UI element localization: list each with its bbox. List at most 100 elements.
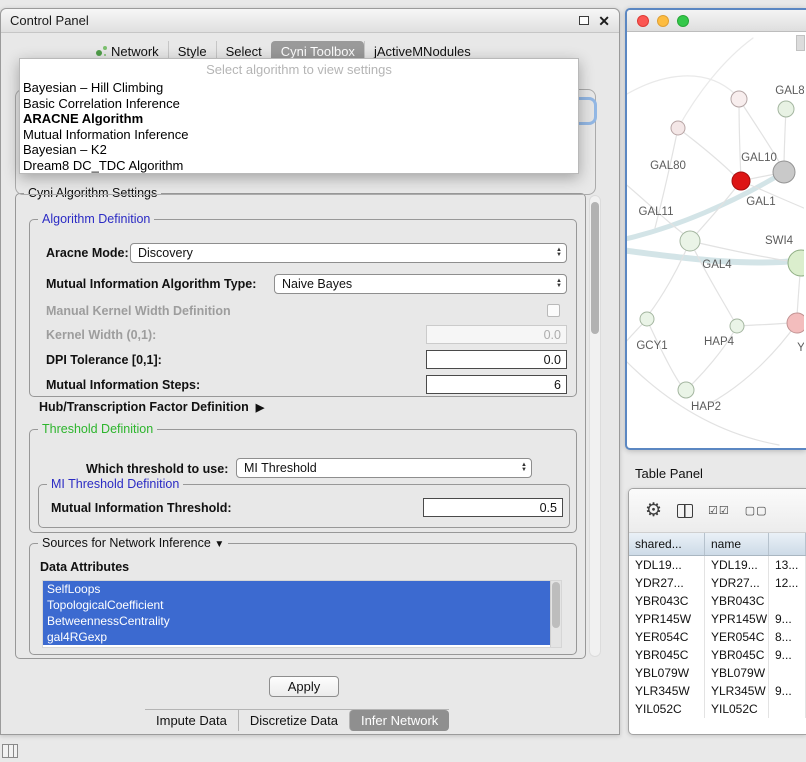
network-edge (648, 322, 681, 385)
attribute-item-topologicalcoefficient[interactable]: TopologicalCoefficient (43, 597, 550, 613)
tab-label: Network (111, 44, 159, 59)
column-header-1[interactable]: name (705, 533, 769, 555)
network-node[interactable] (671, 121, 685, 135)
network-window-titlebar[interactable] (627, 10, 806, 32)
algorithm-dropdown-popup: Select algorithm to view settings Bayesi… (19, 58, 579, 174)
network-node[interactable] (788, 250, 804, 276)
table-cell: YIL052C (629, 700, 705, 718)
column-header-2[interactable] (769, 533, 806, 555)
sources-group: Sources for Network Inference ▼ Data Att… (29, 543, 577, 655)
network-tab-icon (96, 46, 107, 57)
table-row[interactable]: YER054CYER054C8... (629, 628, 806, 646)
table-cell: YPR145W (629, 610, 705, 628)
algorithm-option-mutual-information-inference[interactable]: Mutual Information Inference (20, 127, 578, 143)
table-cell: YBL079W (705, 664, 769, 682)
tab-label: Style (178, 44, 207, 59)
dpi-tolerance-value: 0.0 (544, 353, 561, 367)
table-cell: 9... (769, 646, 806, 664)
network-edge (737, 323, 790, 326)
close-icon[interactable]: ✕ (598, 14, 610, 28)
network-node[interactable] (730, 319, 744, 333)
gear-icon[interactable]: ⚙ (645, 501, 662, 520)
zoom-traffic-icon[interactable] (677, 15, 689, 27)
minimize-traffic-icon[interactable] (657, 15, 669, 27)
table-cell (769, 664, 806, 682)
close-traffic-icon[interactable] (637, 15, 649, 27)
table-row[interactable]: YLR345WYLR345W9... (629, 682, 806, 700)
table-row[interactable]: YDR27...YDR27...12... (629, 574, 806, 592)
table-row[interactable]: YBL079WYBL079W (629, 664, 806, 682)
deselect-all-columns-icon[interactable]: ▢▢ (745, 504, 768, 517)
table-cell: YBL079W (629, 664, 705, 682)
columns-icon[interactable] (677, 504, 693, 518)
bottom-tab-infer-network[interactable]: Infer Network (349, 710, 449, 731)
panel-dock-icon[interactable] (2, 744, 18, 758)
network-node[interactable] (732, 172, 750, 190)
table-cell: YER054C (705, 628, 769, 646)
table-row[interactable]: YBR043CYBR043C (629, 592, 806, 610)
table-row[interactable]: YIL052CYIL052C (629, 700, 806, 718)
network-node[interactable] (680, 231, 700, 251)
attribute-item-gal4rgexp[interactable]: gal4RGexp (43, 629, 550, 645)
table-header-row: shared...name (629, 533, 806, 556)
table-cell: YPR145W (705, 610, 769, 628)
node-label: GAL8 (775, 85, 804, 97)
attribute-item-betweennesscentrality[interactable]: BetweennessCentrality (43, 613, 550, 629)
tab-label: Select (226, 44, 262, 59)
dpi-tolerance-field[interactable]: 0.0 (426, 350, 567, 369)
table-row[interactable]: YPR145WYPR145W9... (629, 610, 806, 628)
column-header-0[interactable]: shared... (629, 533, 705, 555)
network-node[interactable] (787, 313, 804, 333)
network-edge (690, 241, 734, 321)
table-cell: YDL19... (705, 556, 769, 574)
kernel-width-field[interactable]: 0.0 (426, 325, 567, 344)
algorithm-definition-legend: Algorithm Definition (38, 212, 154, 226)
data-attributes-list: SelfLoopsTopologicalCoefficientBetweenne… (42, 580, 562, 648)
float-window-icon[interactable] (579, 16, 589, 25)
mi-type-label: Mutual Information Algorithm Type: (46, 277, 256, 291)
network-canvas-svg[interactable]: GAL8GAL80GAL10GAL1GAL11SWI4GAL4GCY1HAP4Y… (627, 32, 804, 448)
table-cell: YLR345W (629, 682, 705, 700)
mi-steps-field[interactable]: 6 (426, 375, 567, 394)
attribute-item-selfloops[interactable]: SelfLoops (43, 581, 550, 597)
bottom-tab-discretize-data[interactable]: Discretize Data (238, 710, 349, 731)
network-node[interactable] (773, 161, 795, 183)
settings-scrollbar[interactable] (589, 195, 601, 657)
which-threshold-select[interactable]: MI Threshold ▲▼ (236, 458, 532, 478)
mi-threshold-field[interactable]: 0.5 (423, 498, 563, 517)
algorithm-option-basic-correlation-inference[interactable]: Basic Correlation Inference (20, 96, 578, 112)
aracne-mode-select[interactable]: Discovery ▲▼ (130, 243, 567, 263)
bottom-tab-impute-data[interactable]: Impute Data (145, 710, 238, 731)
network-view-window: GAL8GAL80GAL10GAL1GAL11SWI4GAL4GCY1HAP4Y… (625, 8, 806, 450)
algorithm-option-bayesian-k2[interactable]: Bayesian – K2 (20, 142, 578, 158)
aracne-mode-label: Aracne Mode: (46, 246, 129, 260)
table-row[interactable]: YBR045CYBR045C9... (629, 646, 806, 664)
sources-legend[interactable]: Sources for Network Inference ▼ (38, 536, 228, 550)
table-row[interactable]: YDL19...YDL19...13... (629, 556, 806, 574)
apply-button[interactable]: Apply (269, 676, 339, 697)
table-cell: YDR27... (629, 574, 705, 592)
mi-type-select[interactable]: Naive Bayes ▲▼ (274, 274, 567, 294)
control-panel-titlebar[interactable]: Control Panel ✕ (1, 9, 619, 33)
table-panel-window: ⚙ ☑☑ ▢▢ shared...name YDL19...YDL19...13… (628, 488, 806, 735)
algorithm-option-bayesian-hill-climbing[interactable]: Bayesian – Hill Climbing (20, 80, 578, 96)
dropdown-placeholder: Select algorithm to view settings (20, 59, 578, 80)
network-node[interactable] (640, 312, 654, 326)
network-scrollbar-thumb[interactable] (796, 35, 805, 51)
algorithm-option-aracne-algorithm[interactable]: ARACNE Algorithm (20, 111, 578, 127)
table-cell (769, 700, 806, 718)
select-all-columns-icon[interactable]: ☑☑ (708, 504, 730, 517)
table-cell: 9... (769, 682, 806, 700)
node-label: GAL11 (639, 206, 674, 218)
hub-section-toggle[interactable]: Hub/Transcription Factor Definition ▶ (39, 400, 264, 414)
table-cell: 13... (769, 556, 806, 574)
network-node[interactable] (778, 101, 794, 117)
table-cell: YBR043C (629, 592, 705, 610)
node-label: HAP2 (691, 401, 721, 413)
network-node[interactable] (678, 382, 694, 398)
algorithm-option-dream8-dc-tdc-algorithm[interactable]: Dream8 DC_TDC Algorithm (20, 158, 578, 174)
table-toolbar: ⚙ ☑☑ ▢▢ (629, 489, 806, 533)
manual-kernel-checkbox[interactable] (547, 304, 560, 317)
network-node[interactable] (731, 91, 747, 107)
attributes-scrollbar[interactable] (550, 581, 561, 647)
